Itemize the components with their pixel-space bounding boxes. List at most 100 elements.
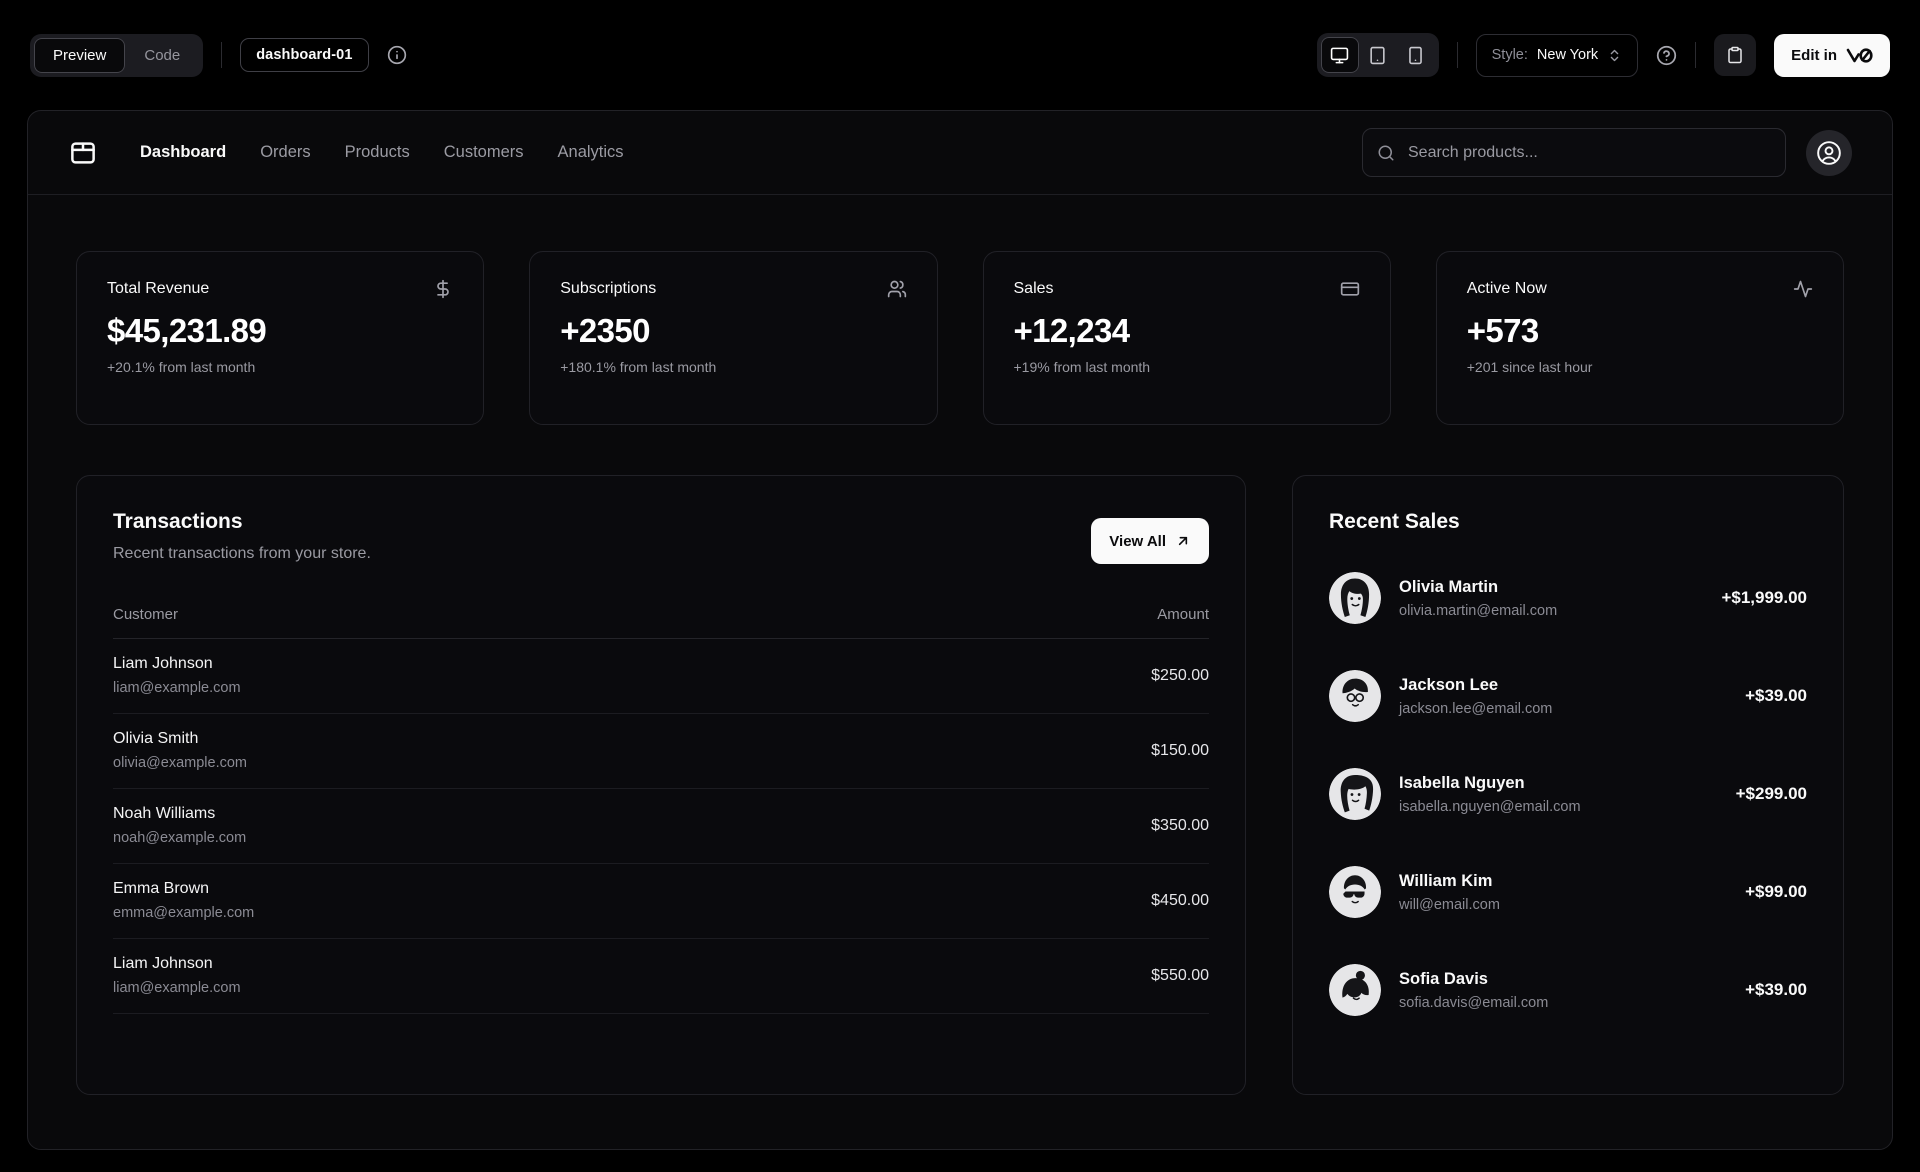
table-row[interactable]: Liam Johnson liam@example.com $550.00 <box>113 939 1209 1014</box>
table-row[interactable]: Olivia Smith olivia@example.com $150.00 <box>113 714 1209 789</box>
list-item[interactable]: Sofia Davis sofia.davis@email.com +$39.0… <box>1329 964 1807 1016</box>
stat-card-active-now: Active Now +573 +201 since last hour <box>1435 251 1844 425</box>
sale-customer-name: Sofia Davis <box>1399 969 1488 988</box>
main-nav: Dashboard Orders Products Customers Anal… <box>140 143 624 162</box>
transaction-amount: $450.00 <box>1151 891 1209 909</box>
store-logo-icon[interactable] <box>68 138 98 168</box>
sale-customer-email: olivia.martin@email.com <box>1399 602 1558 619</box>
search-icon <box>1378 145 1394 160</box>
sale-amount: +$1,999.00 <box>1721 588 1807 607</box>
list-item[interactable]: William Kim will@email.com +$99.00 <box>1329 866 1807 918</box>
sale-amount: +$39.00 <box>1745 686 1807 705</box>
help-circle-icon[interactable] <box>1656 45 1677 66</box>
block-name-badge: dashboard-01 <box>240 38 369 72</box>
transactions-table: Customer Amount Liam Johnson liam@exampl… <box>113 606 1209 1014</box>
transaction-amount: $350.00 <box>1151 816 1209 834</box>
customer-name: Liam Johnson <box>113 955 213 972</box>
stat-title: Total Revenue <box>107 280 210 297</box>
customer-name: Liam Johnson <box>113 655 213 672</box>
mobile-toggle-smartphone-icon[interactable] <box>1397 37 1435 73</box>
stat-value: +12,234 <box>1013 312 1131 349</box>
nav-item-orders[interactable]: Orders <box>260 143 310 162</box>
sale-customer-name: Isabella Nguyen <box>1399 773 1525 792</box>
stat-card-sales: Sales +12,234 +19% from last month <box>982 251 1391 425</box>
user-menu-button-user-circle-icon[interactable] <box>1806 129 1852 176</box>
stat-title: Sales <box>1013 280 1054 297</box>
list-item[interactable]: Jackson Lee jackson.lee@email.com +$39.0… <box>1329 670 1807 722</box>
stat-title: Subscriptions <box>560 280 657 297</box>
users-icon <box>887 279 907 299</box>
search-input[interactable] <box>1362 128 1786 177</box>
stat-change: +20.1% from last month <box>107 359 256 375</box>
credit-card-icon <box>1340 279 1360 299</box>
stat-change: +180.1% from last month <box>560 359 717 375</box>
sale-amount: +$99.00 <box>1745 882 1807 901</box>
recent-sales-title: Recent Sales <box>1329 510 1460 533</box>
column-header-amount: Amount <box>1157 606 1209 623</box>
preview-code-toggle: Preview Code <box>30 33 204 77</box>
nav-item-analytics[interactable]: Analytics <box>558 143 624 162</box>
avatar <box>1329 572 1381 624</box>
list-item[interactable]: Olivia Martin olivia.martin@email.com +$… <box>1329 572 1807 624</box>
sale-customer-name: William Kim <box>1399 871 1493 890</box>
recent-sales-card: Recent Sales Olivia Martin olivia.martin… <box>1292 475 1844 1095</box>
top-toolbar: Preview Code dashboard-01 Style: New Yor… <box>0 0 1920 110</box>
stat-change: +19% from last month <box>1013 359 1151 375</box>
edit-in-label: Edit in <box>1791 46 1837 64</box>
transaction-amount: $150.00 <box>1151 741 1209 759</box>
v0-logo-icon <box>1846 47 1873 63</box>
sale-amount: +$39.00 <box>1745 980 1807 999</box>
sale-amount: +$299.00 <box>1735 784 1807 803</box>
sale-customer-email: isabella.nguyen@email.com <box>1399 798 1581 815</box>
nav-item-dashboard[interactable]: Dashboard <box>140 143 226 162</box>
customer-email: liam@example.com <box>113 980 241 996</box>
avatar <box>1329 964 1381 1016</box>
nav-item-products[interactable]: Products <box>345 143 410 162</box>
nav-item-customers[interactable]: Customers <box>444 143 524 162</box>
customer-name: Olivia Smith <box>113 730 199 747</box>
tablet-toggle-tablet-icon[interactable] <box>1359 37 1397 73</box>
customer-name: Emma Brown <box>113 880 210 897</box>
copy-code-button-clipboard-icon[interactable] <box>1714 34 1757 76</box>
stat-card-subscriptions: Subscriptions +2350 +180.1% from last mo… <box>529 251 938 425</box>
stat-change: +201 since last hour <box>1466 359 1593 375</box>
customer-email: emma@example.com <box>113 905 255 921</box>
toolbar-divider <box>1695 42 1697 68</box>
device-toggle-group <box>1316 33 1439 77</box>
transaction-amount: $250.00 <box>1151 666 1209 684</box>
stat-card-total-revenue: Total Revenue $45,231.89 +20.1% from las… <box>76 251 485 425</box>
customer-email: liam@example.com <box>113 680 241 696</box>
preview-tab[interactable]: Preview <box>34 37 126 73</box>
desktop-toggle-monitor-icon[interactable] <box>1320 37 1359 73</box>
style-selector[interactable]: Style: New York <box>1475 33 1639 77</box>
table-row[interactable]: Emma Brown emma@example.com $450.00 <box>113 864 1209 939</box>
sale-customer-email: will@email.com <box>1399 896 1500 913</box>
transactions-subtitle: Recent transactions from your store. <box>113 545 371 562</box>
edit-in-v0-button[interactable]: Edit in <box>1774 33 1890 77</box>
avatar <box>1329 768 1381 820</box>
code-tab[interactable]: Code <box>125 38 199 73</box>
view-all-label: View All <box>1109 532 1166 550</box>
stat-value: $45,231.89 <box>107 312 267 349</box>
transaction-amount: $550.00 <box>1151 966 1209 984</box>
view-all-button[interactable]: View All <box>1091 518 1209 564</box>
stats-row: Total Revenue $45,231.89 +20.1% from las… <box>76 251 1844 425</box>
activity-icon <box>1793 279 1813 299</box>
stat-value: +573 <box>1466 312 1540 349</box>
stat-title: Active Now <box>1466 280 1547 297</box>
toolbar-divider <box>221 42 223 68</box>
dollar-sign-icon <box>433 279 453 299</box>
toolbar-divider <box>1456 42 1458 68</box>
list-item[interactable]: Isabella Nguyen isabella.nguyen@email.co… <box>1329 768 1807 820</box>
stat-value: +2350 <box>560 312 650 349</box>
sale-customer-name: Jackson Lee <box>1399 675 1499 694</box>
table-row[interactable]: Noah Williams noah@example.com $350.00 <box>113 789 1209 864</box>
app-header: Dashboard Orders Products Customers Anal… <box>28 111 1892 195</box>
info-icon[interactable] <box>387 45 407 65</box>
style-label: Style: <box>1491 47 1528 63</box>
table-row[interactable]: Liam Johnson liam@example.com $250.00 <box>113 639 1209 714</box>
transactions-title: Transactions <box>113 510 243 533</box>
arrow-up-right-icon <box>1175 533 1191 549</box>
preview-panel: Dashboard Orders Products Customers Anal… <box>27 110 1893 1150</box>
sale-customer-name: Olivia Martin <box>1399 577 1499 596</box>
